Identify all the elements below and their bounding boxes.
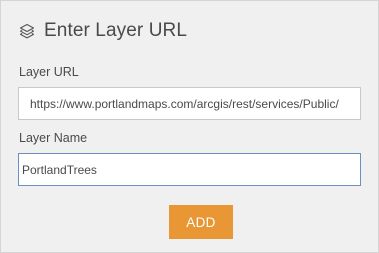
panel-header: Enter Layer URL	[19, 20, 187, 42]
panel-title: Enter Layer URL	[44, 20, 188, 41]
layers-icon	[19, 23, 35, 39]
layer-url-input[interactable]	[18, 87, 361, 120]
layer-name-input[interactable]	[18, 153, 361, 186]
add-button[interactable]: ADD	[169, 205, 233, 239]
layer-url-label: Layer URL	[19, 65, 79, 79]
layer-name-label: Layer Name	[19, 131, 88, 145]
enter-layer-url-panel: Enter Layer URL Layer URL Layer Name ADD	[0, 0, 379, 253]
